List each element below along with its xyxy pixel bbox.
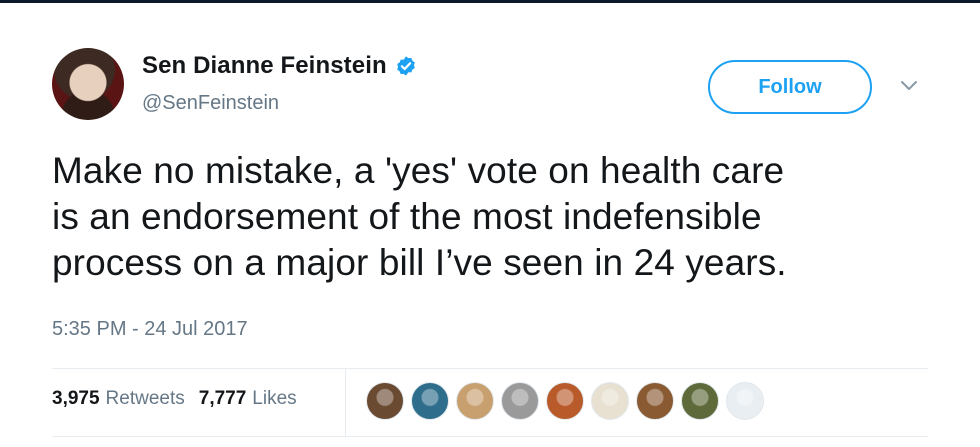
liker-avatar[interactable] xyxy=(366,382,404,420)
likes-label: Likes xyxy=(252,388,297,409)
author-handle[interactable]: @SenFeinstein xyxy=(142,92,279,115)
divider xyxy=(52,436,928,437)
retweets-label: Retweets xyxy=(105,388,185,409)
divider xyxy=(345,368,346,436)
liker-avatar[interactable] xyxy=(591,382,629,420)
tweet-text-line: Make no mistake, a 'yes' vote on health … xyxy=(52,150,785,191)
retweets-stat[interactable]: 3,975 Retweets xyxy=(52,388,185,410)
tweet-text: Make no mistake, a 'yes' vote on health … xyxy=(52,148,932,286)
liker-avatar[interactable] xyxy=(681,382,719,420)
tweet-timestamp[interactable]: 5:35 PM - 24 Jul 2017 xyxy=(52,318,248,341)
divider xyxy=(52,368,928,369)
liker-avatar[interactable] xyxy=(411,382,449,420)
liker-avatar[interactable] xyxy=(546,382,584,420)
liker-avatar[interactable] xyxy=(456,382,494,420)
top-border xyxy=(0,0,980,3)
liker-avatar[interactable] xyxy=(636,382,674,420)
chevron-down-icon[interactable] xyxy=(900,80,918,92)
follow-button[interactable]: Follow xyxy=(708,60,872,114)
author-display-name[interactable]: Sen Dianne Feinstein xyxy=(142,52,387,80)
verified-badge-icon xyxy=(396,56,415,76)
liker-avatars xyxy=(366,382,764,420)
author-name-row: Sen Dianne Feinstein xyxy=(142,52,417,80)
retweets-count: 3,975 xyxy=(52,388,100,409)
likes-stat[interactable]: 7,777 Likes xyxy=(199,388,297,410)
liker-avatar[interactable] xyxy=(726,382,764,420)
likes-count: 7,777 xyxy=(198,388,247,409)
tweet-stats: 3,975 Retweets 7,777 Likes xyxy=(52,388,297,410)
tweet-text-line: process on a major bill I’ve seen in 24 … xyxy=(52,242,787,283)
tweet-text-line: is an endorsement of the most indefensib… xyxy=(52,196,762,237)
liker-avatar[interactable] xyxy=(501,382,539,420)
author-avatar[interactable] xyxy=(52,48,124,120)
